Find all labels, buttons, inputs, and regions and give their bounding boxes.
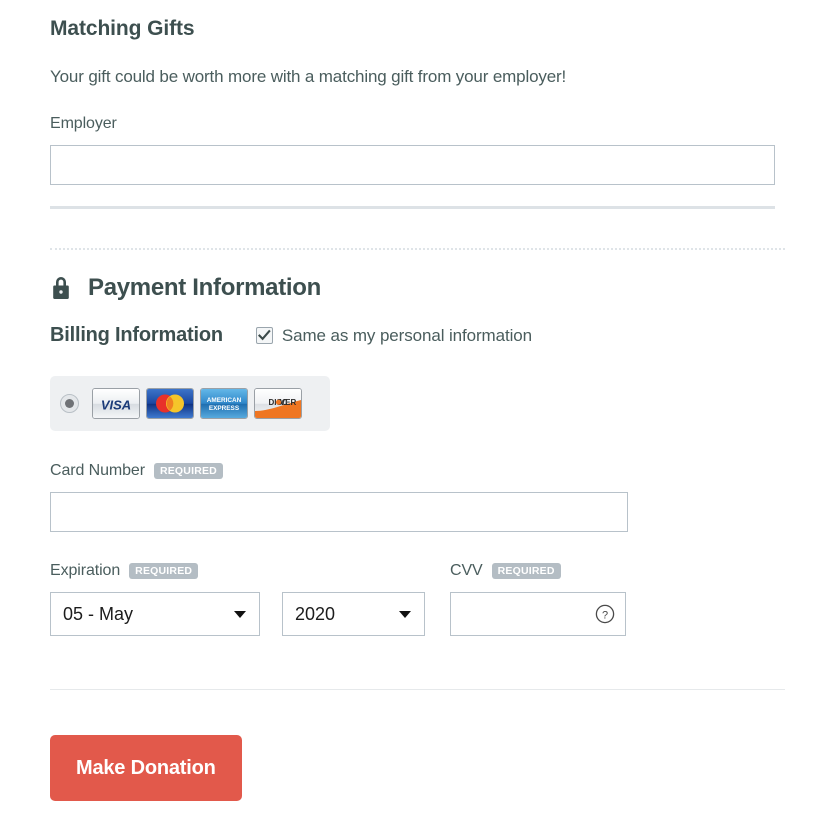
billing-information-title: Billing Information: [50, 324, 223, 346]
form-content: Matching Gifts Your gift could be worth …: [50, 0, 785, 801]
payment-information-title: Payment Information: [88, 274, 321, 301]
cvv-input-wrapper: ?: [450, 592, 626, 636]
chevron-down-icon: [234, 611, 246, 618]
billing-information-row: Billing Information Same as my personal …: [50, 302, 785, 347]
svg-text:?: ?: [602, 609, 608, 621]
svg-text:AMERICAN: AMERICAN: [207, 397, 242, 404]
matching-gifts-description: Your gift could be worth more with a mat…: [50, 67, 567, 86]
section-divider-solid: [50, 206, 775, 209]
discover-logo[interactable]: DISC VER: [254, 388, 302, 419]
submit-divider: [50, 689, 785, 690]
cvv-field-group: CVV REQUIRED ?: [450, 562, 650, 636]
card-type-radio[interactable]: [60, 394, 79, 413]
card-type-selector[interactable]: VISA AMERICAN EXPRESS VER: [50, 376, 330, 431]
same-as-personal-info-label: Same as my personal information: [281, 325, 532, 345]
expiration-year-value: 2020: [295, 603, 336, 624]
svg-text:VER: VER: [280, 398, 297, 407]
cvv-label-row: CVV REQUIRED: [450, 562, 650, 580]
expiration-field-group: Expiration REQUIRED 05 - May 2020: [50, 562, 450, 636]
visa-logo[interactable]: VISA: [92, 388, 140, 419]
amex-logo[interactable]: AMERICAN EXPRESS: [200, 388, 248, 419]
cvv-label: CVV: [450, 562, 483, 579]
make-donation-button[interactable]: Make Donation: [50, 735, 242, 801]
expiration-selects: 05 - May 2020: [50, 592, 450, 636]
matching-gifts-title: Matching Gifts: [50, 17, 195, 40]
card-number-input[interactable]: [50, 492, 628, 532]
expiration-label: Expiration: [50, 562, 121, 579]
card-number-field-group: Card Number REQUIRED: [50, 431, 785, 532]
donation-form-page: Matching Gifts Your gift could be worth …: [0, 0, 825, 826]
expiration-label-row: Expiration REQUIRED: [50, 562, 450, 580]
expiration-cvv-row: Expiration REQUIRED 05 - May 2020 CVV RE…: [50, 532, 785, 636]
employer-input[interactable]: [50, 145, 775, 185]
expiration-month-value: 05 - May: [63, 603, 134, 624]
mastercard-logo[interactable]: [146, 388, 194, 419]
lock-icon: [50, 274, 72, 302]
card-number-label-row: Card Number REQUIRED: [50, 462, 785, 480]
card-number-required-badge: REQUIRED: [153, 462, 223, 480]
expiration-year-select[interactable]: 2020: [282, 592, 425, 636]
cvv-required-badge: REQUIRED: [491, 562, 561, 580]
expiration-required-badge: REQUIRED: [129, 562, 199, 580]
expiration-month-select[interactable]: 05 - May: [50, 592, 260, 636]
svg-text:EXPRESS: EXPRESS: [209, 405, 240, 412]
chevron-down-icon: [399, 611, 411, 618]
question-circle-icon[interactable]: ?: [595, 604, 615, 624]
employer-label: Employer: [50, 115, 117, 132]
same-as-personal-info-toggle[interactable]: Same as my personal information: [255, 325, 532, 346]
same-as-personal-info-checkbox[interactable]: [255, 327, 273, 344]
payment-information-header: Payment Information: [50, 250, 785, 302]
svg-text:VISA: VISA: [101, 398, 131, 413]
card-number-label: Card Number: [50, 462, 145, 479]
